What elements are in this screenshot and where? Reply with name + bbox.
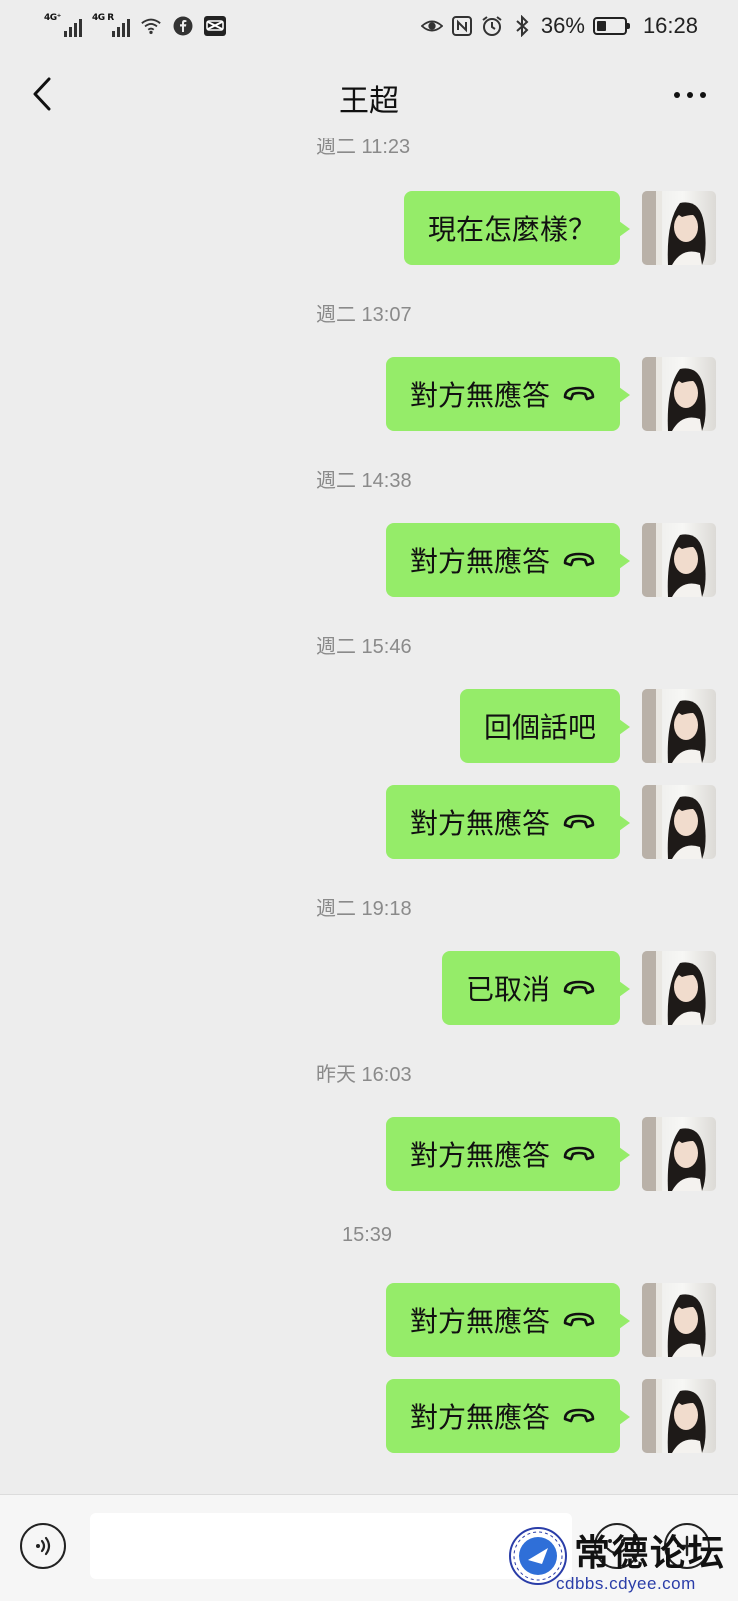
avatar[interactable] xyxy=(642,523,716,597)
status-bar: 4G⁺ 4G R 36% 16:28 xyxy=(0,0,738,52)
message-bubble[interactable]: 回個話吧 xyxy=(459,689,631,763)
alarm-icon xyxy=(481,15,503,37)
chat-title: 王超 xyxy=(339,84,399,119)
avatar[interactable] xyxy=(642,1283,716,1357)
signal-label: 4G⁺ xyxy=(44,13,61,23)
message-row: 對方無應答 xyxy=(385,1116,716,1192)
more-button[interactable] xyxy=(662,72,718,118)
phone-hangup-icon xyxy=(562,812,596,832)
voice-icon xyxy=(36,1536,51,1556)
message-row: 對方無應答 xyxy=(385,784,716,860)
more-icon xyxy=(674,92,680,98)
message-row: 已取消 xyxy=(441,950,716,1026)
avatar[interactable] xyxy=(642,1117,716,1191)
call-bubble[interactable]: 對方無應答 xyxy=(385,523,631,597)
message-list[interactable]: 週二 11:23 現在怎麼樣？ 週二 13:07 對方無應答 週二 14:38 … xyxy=(0,138,738,1494)
message-text: 對方無應答 xyxy=(409,1305,550,1338)
timestamp: 週二 13:07 xyxy=(316,304,412,326)
phone-hangup-icon xyxy=(562,1310,596,1330)
chat-header: 王超 xyxy=(0,52,738,138)
battery-percent: 36% xyxy=(540,13,585,38)
avatar[interactable] xyxy=(642,357,716,431)
call-bubble[interactable]: 對方無應答 xyxy=(385,1379,631,1453)
message-bubble[interactable]: 現在怎麼樣？ xyxy=(403,191,631,265)
message-row: 對方無應答 xyxy=(385,1282,716,1358)
emoji-button[interactable] xyxy=(594,1523,640,1569)
eye-icon xyxy=(420,15,443,37)
avatar[interactable] xyxy=(642,951,716,1025)
bluetooth-icon xyxy=(511,15,533,37)
phone-hangup-icon xyxy=(562,384,596,404)
phone-hangup-icon xyxy=(562,978,596,998)
call-bubble[interactable]: 對方無應答 xyxy=(385,1117,631,1191)
message-input[interactable] xyxy=(90,1513,572,1579)
nfc-icon xyxy=(451,15,473,37)
facebook-icon xyxy=(172,15,194,37)
call-bubble[interactable]: 對方無應答 xyxy=(385,785,631,859)
phone-hangup-icon xyxy=(562,1144,596,1164)
message-text: 對方無應答 xyxy=(409,807,550,840)
status-right: 36% 16:28 xyxy=(420,12,698,40)
message-row: 對方無應答 xyxy=(385,522,716,598)
status-left: 4G⁺ 4G R xyxy=(44,12,226,40)
timestamp: 週二 11:23 xyxy=(316,138,411,158)
call-bubble[interactable]: 對方無應答 xyxy=(385,357,631,431)
avatar[interactable] xyxy=(642,191,716,265)
battery-icon xyxy=(592,17,630,35)
voice-button[interactable] xyxy=(20,1523,66,1569)
message-text: 對方無應答 xyxy=(409,379,550,412)
message-text: 現在怎麼樣？ xyxy=(427,213,596,246)
message-text: 回個話吧 xyxy=(483,711,596,744)
call-bubble[interactable]: 已取消 xyxy=(441,951,631,1025)
timestamp: 15:39 xyxy=(342,1224,393,1246)
capcut-icon xyxy=(204,15,226,37)
timestamp: 週二 15:46 xyxy=(316,636,412,658)
avatar[interactable] xyxy=(642,689,716,763)
message-text: 對方無應答 xyxy=(409,1401,550,1434)
avatar[interactable] xyxy=(642,785,716,859)
avatar[interactable] xyxy=(642,1379,716,1453)
message-row: 回個話吧 xyxy=(459,688,716,764)
emoji-icon xyxy=(606,1539,627,1555)
message-row: 對方無應答 xyxy=(385,1378,716,1454)
signal-label: 4G R xyxy=(92,13,114,23)
message-text: 已取消 xyxy=(465,973,550,1006)
message-row: 對方無應答 xyxy=(385,356,716,432)
call-bubble[interactable]: 對方無應答 xyxy=(385,1283,631,1357)
wifi-icon xyxy=(140,15,162,37)
message-text: 對方無應答 xyxy=(409,545,550,578)
signal-icon: 4G R xyxy=(92,13,130,37)
phone-hangup-icon xyxy=(562,1406,596,1426)
timestamp: 週二 14:38 xyxy=(316,470,412,492)
input-bar xyxy=(0,1494,738,1601)
status-time: 16:28 xyxy=(642,13,698,38)
phone-hangup-icon xyxy=(562,550,596,570)
battery-fill xyxy=(596,21,606,31)
message-row: 現在怎麼樣？ xyxy=(403,190,716,266)
signal-icon: 4G⁺ xyxy=(44,13,82,37)
message-text: 對方無應答 xyxy=(409,1139,550,1172)
timestamp: 週二 19:18 xyxy=(316,898,412,920)
plus-icon xyxy=(676,1535,698,1557)
timestamp: 昨天 16:03 xyxy=(316,1064,412,1086)
plus-button[interactable] xyxy=(664,1523,710,1569)
